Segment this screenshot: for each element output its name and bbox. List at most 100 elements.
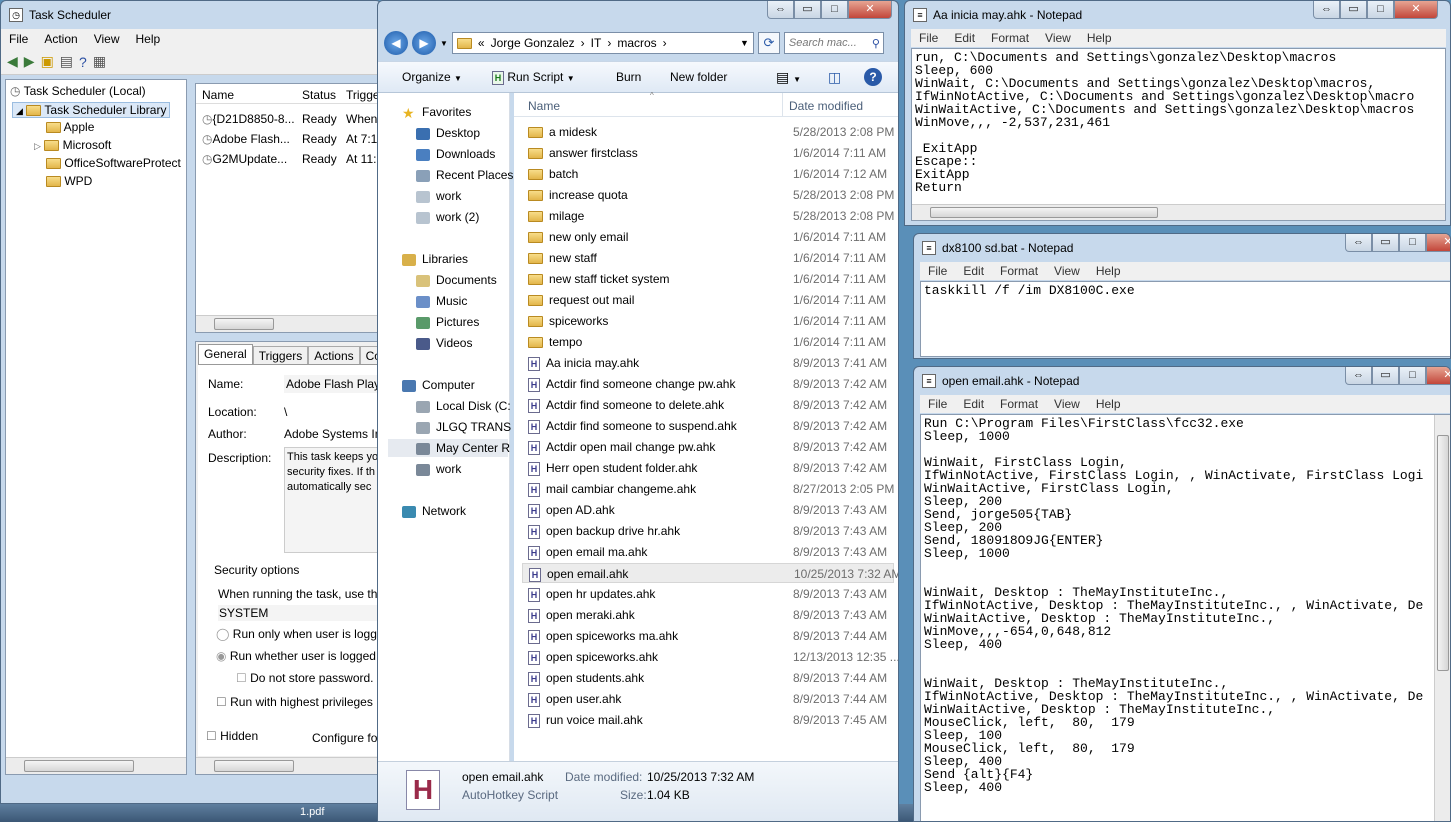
nav-desktop[interactable]: Desktop — [416, 126, 480, 140]
menu-action[interactable]: Action — [36, 32, 85, 46]
menu-help[interactable]: Help — [1088, 264, 1129, 278]
task-scheduler-titlebar[interactable]: ◷ Task Scheduler — [1, 1, 381, 29]
file-row[interactable]: batch 1/6/2014 7:12 AM — [522, 164, 894, 184]
file-row[interactable]: Hopen students.ahk 8/9/2013 7:44 AM — [522, 668, 894, 688]
file-row[interactable]: milage 5/28/2013 2:08 PM — [522, 206, 894, 226]
nav-documents[interactable]: Documents — [416, 273, 497, 287]
maximize-button[interactable]: □ — [1399, 234, 1426, 252]
nav-computer[interactable]: Computer — [402, 378, 475, 392]
file-row[interactable]: answer firstclass 1/6/2014 7:11 AM — [522, 143, 894, 163]
menu-edit[interactable]: Edit — [955, 264, 992, 278]
menu-format[interactable]: Format — [992, 264, 1046, 278]
show-tree-icon[interactable]: ▤ — [60, 53, 73, 70]
file-row[interactable]: H Actdir find someone to delete.ahk 8/9/20… — [522, 395, 894, 415]
tab-actions[interactable]: Actions — [308, 346, 360, 366]
nav-videos[interactable]: Videos — [416, 336, 472, 350]
file-row[interactable]: Hopen spiceworks ma.ahk 8/9/2013 7:44 AM — [522, 626, 894, 646]
file-row[interactable]: H Actdir find someone to suspend.ahk 8/9/2… — [522, 416, 894, 436]
maximize-button[interactable]: □ — [1399, 367, 1426, 385]
menu-file[interactable]: File — [1, 32, 36, 46]
forward-button[interactable]: ▶ — [412, 31, 436, 55]
minimize-button[interactable]: ⇔ — [767, 1, 794, 19]
column-status[interactable]: Status — [302, 88, 336, 102]
minimize-button[interactable]: ⇔ — [1313, 1, 1340, 19]
file-row[interactable]: H Aa inicia may.ahk 8/9/2013 7:41 AM — [522, 353, 894, 373]
menu-view[interactable]: View — [1046, 397, 1088, 411]
nav-network[interactable]: Network — [402, 504, 466, 518]
nav-local-disk[interactable]: Local Disk (C: — [416, 399, 511, 413]
value-name[interactable]: Adobe Flash Playe — [284, 375, 381, 393]
panel-icon[interactable]: ▦ — [93, 53, 106, 70]
task-row[interactable]: ◷{D21D8850-8... — [202, 112, 295, 126]
notepad2-text[interactable]: taskkill /f /im DX8100C.exe — [921, 282, 1450, 299]
file-row[interactable]: new staff ticket system 1/6/2014 7:11 AM — [522, 269, 894, 289]
chevron-right-icon[interactable]: › — [663, 36, 667, 50]
nav-pictures[interactable]: Pictures — [416, 315, 479, 329]
file-row[interactable]: H Actdir find someone change pw.ahk 8/9/20… — [522, 374, 894, 394]
menu-file[interactable]: File — [920, 397, 955, 411]
menu-help[interactable]: Help — [1079, 31, 1120, 45]
breadcrumb-jorge-gonzalez[interactable]: Jorge Gonzalez — [491, 36, 575, 50]
details-hscroll[interactable] — [196, 757, 381, 774]
file-list-vscroll[interactable] — [884, 117, 896, 761]
minimize-button[interactable]: ⇔ — [1345, 234, 1372, 252]
menu-help[interactable]: Help — [1088, 397, 1129, 411]
notepad3-text[interactable]: Run C:\Program Files\FirstClass\fcc32.ex… — [921, 415, 1450, 796]
breadcrumb-macros[interactable]: macros — [617, 36, 656, 50]
nav-jlgq-trans[interactable]: JLGQ TRANS ( — [416, 420, 518, 434]
menu-file[interactable]: File — [911, 31, 946, 45]
checkbox-hidden[interactable]: ☐ Hidden — [206, 729, 258, 743]
file-row[interactable]: new only email 1/6/2014 7:11 AM — [522, 227, 894, 247]
notepad2-editor[interactable]: taskkill /f /im DX8100C.exe — [920, 281, 1450, 357]
maximize-button[interactable]: □ — [1367, 1, 1394, 19]
tree-root[interactable]: ◷ Task Scheduler (Local) — [10, 84, 146, 98]
task-row[interactable]: ◷Adobe Flash... — [202, 132, 290, 146]
preview-pane-icon[interactable]: ◫ — [828, 69, 841, 86]
help-icon[interactable]: ? — [864, 68, 882, 86]
nav-favorites[interactable]: ★ Favorites — [402, 105, 471, 120]
value-description[interactable]: This task keeps yo security fixes. If th… — [284, 447, 381, 553]
tree-item-officesoftwareprotect[interactable]: OfficeSoftwareProtect — [46, 156, 181, 170]
file-row[interactable]: tempo 1/6/2014 7:11 AM — [522, 332, 894, 352]
maximize-button[interactable]: □ — [821, 1, 848, 19]
file-row[interactable]: H Actdir open mail change pw.ahk 8/9/2013 … — [522, 437, 894, 457]
nav-work-2[interactable]: work (2) — [416, 210, 479, 224]
menu-edit[interactable]: Edit — [946, 31, 983, 45]
file-row[interactable]: H Herr open student folder.ahk 8/9/2013 7:… — [522, 458, 894, 478]
recent-pages-dropdown[interactable]: ▼ — [440, 39, 448, 48]
nav-music[interactable]: Music — [416, 294, 467, 308]
tab-general[interactable]: General — [198, 344, 253, 366]
notepad1-hscroll[interactable] — [912, 204, 1445, 220]
nav-may-center[interactable]: May Center R — [388, 439, 510, 457]
file-row[interactable]: Hrun voice mail.ahk 8/9/2013 7:45 AM — [522, 710, 894, 730]
tree-library[interactable]: ◢ Task Scheduler Library — [12, 102, 171, 118]
file-row[interactable]: Hmail cambiar changeme.ahk 8/27/2013 2:05… — [522, 479, 894, 499]
nav-work-drive[interactable]: work — [416, 462, 461, 476]
menu-file[interactable]: File — [920, 264, 955, 278]
forward-arrow-icon[interactable]: ▶ — [24, 53, 35, 70]
restore-button[interactable]: ▭ — [1372, 234, 1399, 252]
file-row[interactable]: spiceworks 1/6/2014 7:11 AM — [522, 311, 894, 331]
menu-edit[interactable]: Edit — [955, 397, 992, 411]
radio-run-whether-logged-on[interactable]: ◉ Run whether user is logged — [216, 649, 376, 663]
nav-recent-places[interactable]: Recent Places — [416, 168, 513, 182]
close-button[interactable]: ✕ — [1426, 234, 1450, 252]
tab-triggers[interactable]: Triggers — [252, 346, 309, 366]
search-box[interactable]: Search mac... ⚲ — [783, 32, 884, 54]
back-arrow-icon[interactable]: ◀ — [7, 53, 18, 70]
search-icon[interactable]: ⚲ — [872, 37, 880, 50]
checkbox-do-not-store-password[interactable]: ☐ Do not store password. — [236, 671, 374, 685]
menu-view[interactable]: View — [86, 32, 128, 46]
new-folder-button[interactable]: New folder — [670, 70, 727, 84]
close-button[interactable]: ✕ — [1394, 1, 1438, 19]
breadcrumb-it[interactable]: IT — [591, 36, 602, 50]
chevron-right-icon[interactable]: › — [581, 36, 585, 50]
refresh-button[interactable]: ⟳ — [757, 32, 780, 54]
tree-hscroll[interactable] — [6, 757, 186, 774]
file-row[interactable]: Hopen backup drive hr.ahk 8/9/2013 7:43 A… — [522, 521, 894, 541]
chevron-down-icon[interactable]: ▼ — [740, 38, 749, 48]
file-row[interactable]: Hopen user.ahk 8/9/2013 7:44 AM — [522, 689, 894, 709]
minimize-button[interactable]: ⇔ — [1345, 367, 1372, 385]
nav-work[interactable]: work — [416, 189, 461, 203]
help-icon[interactable]: ? — [79, 54, 87, 70]
